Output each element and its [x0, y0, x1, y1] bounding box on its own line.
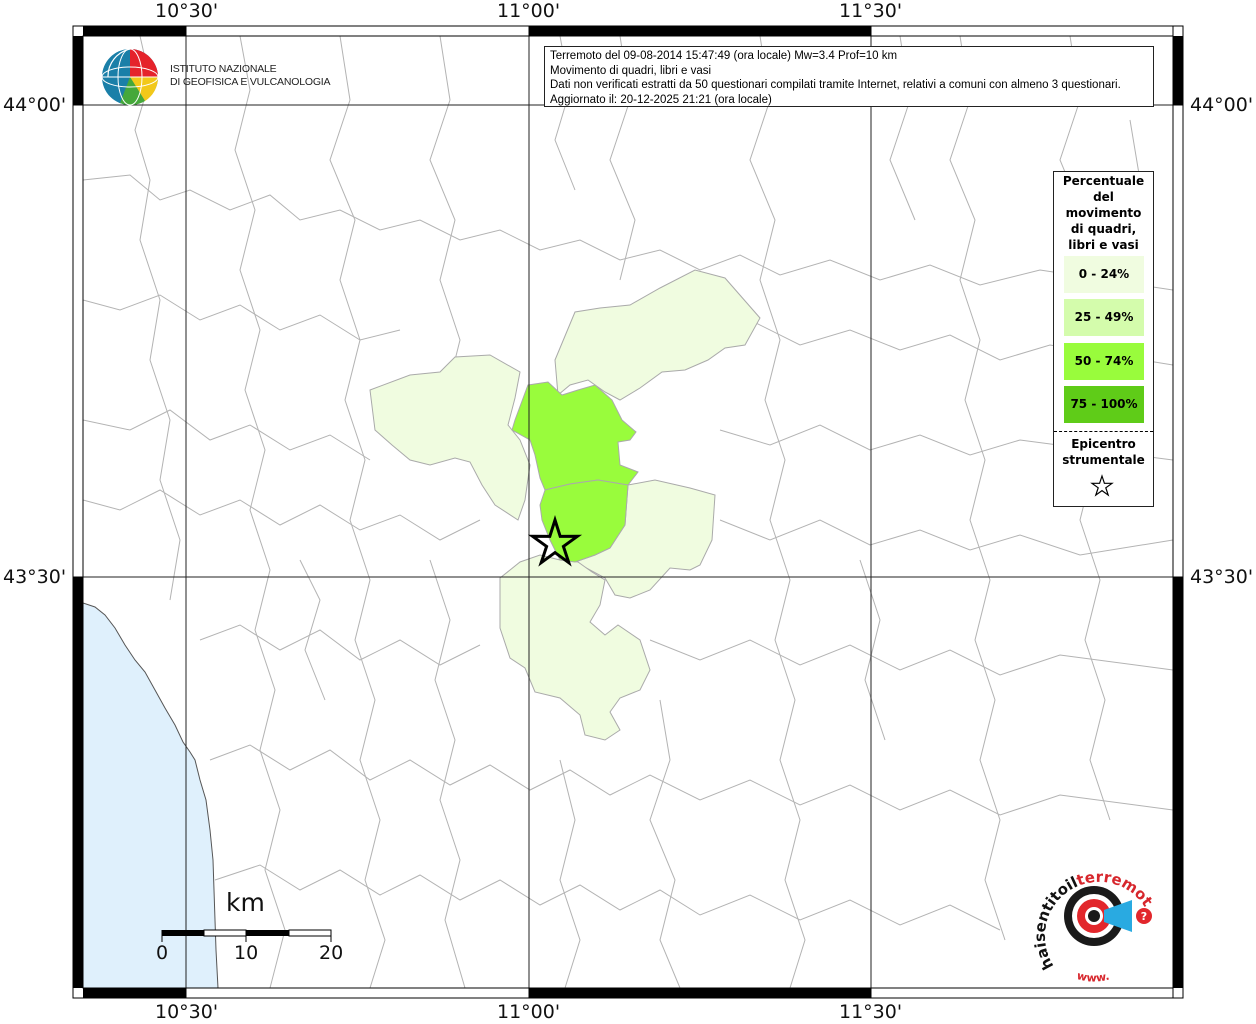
event-parameter: Movimento di quadri, libri e vasi — [550, 64, 712, 77]
event-data-note: Dati non verificati estratti da 50 quest… — [550, 79, 1121, 91]
legend-title: Percentuale del movimento di quadri, lib… — [1054, 172, 1153, 253]
legend-epicenter-label: Epicentro strumentale — [1054, 436, 1153, 468]
lon-label-bottom-3: 11°30' — [839, 1001, 903, 1023]
haisentito-logo-www: www. — [1076, 969, 1111, 985]
legend-class-2: 25 - 49% — [1064, 299, 1144, 336]
legend-class-4: 75 - 100% — [1064, 386, 1144, 423]
legend-title-line: movimento — [1065, 206, 1142, 220]
legend-box: Percentuale del movimento di quadri, lib… — [1053, 171, 1154, 507]
scale-label-10: 10 — [234, 942, 259, 964]
legend-title-line: di quadri, — [1070, 222, 1137, 236]
legend-title-line: Percentuale — [1062, 174, 1145, 188]
haisentito-logo: haisentitoilterremoto.it www. ? — [1032, 856, 1156, 985]
ingv-logo-text: ISTITUTO NAZIONALE DI GEOFISICA E VULCAN… — [170, 63, 331, 89]
lat-label-right-1: 44°00' — [1190, 94, 1254, 116]
lon-label-bottom-1: 10°30' — [155, 1001, 219, 1023]
svg-text:?: ? — [1141, 910, 1147, 923]
lat-label-left-2: 43°30' — [3, 566, 67, 588]
event-updated: Aggiornato il: 20-12-2025 21:21 (ora loc… — [550, 93, 772, 106]
scale-label-20: 20 — [319, 942, 344, 964]
lat-label-left-1: 44°00' — [3, 94, 67, 116]
legend-title-line: del — [1093, 190, 1114, 204]
lon-label-top-1: 10°30' — [155, 0, 219, 22]
legend-star-icon — [1090, 474, 1114, 497]
event-info-box: Terremoto del 09-08-2014 15:47:49 (ora l… — [544, 46, 1154, 107]
event-header: Terremoto del 09-08-2014 15:47:49 (ora l… — [550, 50, 898, 62]
lon-label-top-3: 11°30' — [839, 0, 903, 22]
lon-label-top-2: 11°00' — [497, 0, 561, 22]
legend-separator — [1054, 431, 1153, 432]
legend-epicenter-line: Epicentro — [1071, 437, 1136, 451]
scale-unit: km — [226, 888, 265, 917]
legend-class-3: 50 - 74% — [1064, 343, 1144, 380]
ingv-logo-line-1: ISTITUTO NAZIONALE — [170, 63, 277, 75]
haisentito-logo-www-text: www. — [1076, 969, 1111, 985]
legend-epicenter-line: strumentale — [1062, 453, 1145, 467]
lon-label-bottom-2: 11°00' — [497, 1001, 561, 1023]
legend-title-line: libri e vasi — [1068, 238, 1139, 252]
legend-class-1: 0 - 24% — [1064, 256, 1144, 293]
ingv-logo-line-2: DI GEOFISICA E VULCANOLOGIA — [170, 76, 331, 88]
lat-label-right-2: 43°30' — [1190, 566, 1254, 588]
scale-label-0: 0 — [156, 942, 169, 964]
